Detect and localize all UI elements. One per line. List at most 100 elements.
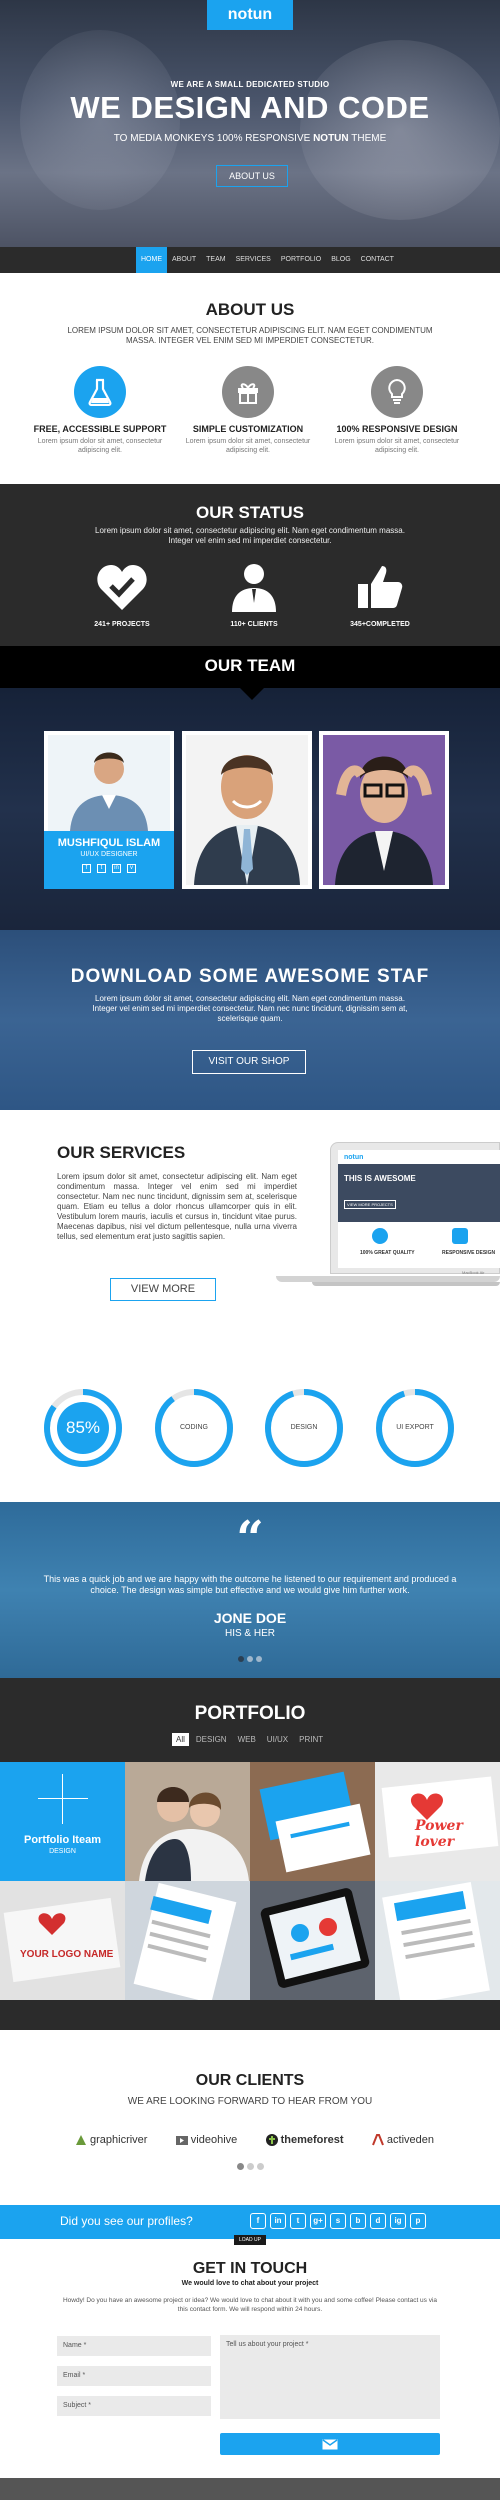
pinterest-icon[interactable]: p [410,2213,426,2229]
nav-contact[interactable]: CONTACT [356,247,399,273]
skill-circle-design: DESIGN [265,1389,343,1467]
portfolio-item[interactable] [125,1762,250,1881]
view-more-button[interactable]: VIEW MORE [110,1278,216,1301]
skill-circle-ui-export: UI EXPORT [376,1389,454,1467]
stat-projects: 241+ PROJECTS [72,562,172,628]
person-icon [232,564,276,612]
pager-dot[interactable] [256,1656,262,1662]
clients-title: OUR CLIENTS [195,2072,305,2089]
download-title: DOWNLOAD SOME AWESOME STAF [70,966,430,987]
feature-customization: SIMPLE CUSTOMIZATION Lorem ipsum dolor s… [178,366,318,455]
vimeo-icon[interactable]: v [127,864,136,873]
testimonial-role: HIS & HER [224,1628,275,1639]
status-text: Lorem ipsum dolor sit amet, consectetur … [95,526,405,545]
about-us-button[interactable]: ABOUT US [216,165,288,187]
nav-about[interactable]: ABOUT [167,247,201,273]
visit-shop-button[interactable]: VISIT OUR SHOP [192,1050,306,1074]
clients-pager [0,2163,500,2170]
client-themeforest[interactable]: themeforest [265,2133,344,2147]
portfolio-item[interactable]: YOUR LOGO NAME [0,1881,125,2000]
thumbs-up-icon [358,566,403,608]
twitter-icon[interactable]: t [290,2213,306,2229]
gift-icon [222,366,274,418]
portfolio-item-featured[interactable]: Portfolio Iteam DESIGN [0,1762,125,1881]
linkedin-icon[interactable]: in [112,864,121,873]
pager-dot[interactable] [246,2163,254,2170]
nav-home[interactable]: HOME [136,247,167,273]
clients-logos: graphicriver videohive themeforest activ… [74,2127,434,2153]
team-card[interactable] [182,731,312,889]
filter-uiux[interactable]: UI/UX [263,1733,292,1746]
services-text: Lorem ipsum dolor sit amet, consectetur … [57,1172,297,1241]
team-photo [186,735,308,885]
quote-icon: “ [236,1511,264,1567]
message-field[interactable]: Tell us about your project * [220,2335,440,2419]
pager-dot[interactable] [256,2163,264,2170]
activeden-icon [371,2134,384,2146]
dribbble-icon[interactable]: d [370,2213,386,2229]
team-card-featured[interactable]: MUSHFIQUL ISLAM UI/UX DESIGNER f t in v [44,731,174,889]
send-button[interactable] [220,2433,440,2455]
team-title: OUR TEAM [204,656,296,675]
team-member-name: MUSHFIQUL ISLAM [57,837,161,849]
portfolio-item[interactable] [250,1762,375,1881]
hero-title: WE DESIGN AND CODE [70,90,430,125]
linkedin-icon[interactable]: in [270,2213,286,2229]
site-logo[interactable]: notun [207,0,293,30]
team-card-info: MUSHFIQUL ISLAM UI/UX DESIGNER f t in v [44,831,174,889]
portfolio-item[interactable]: Power lover [375,1762,500,1881]
filter-print[interactable]: PRINT [295,1733,327,1746]
subject-field[interactable]: Subject * [57,2396,211,2416]
filter-design[interactable]: DESIGN [192,1733,231,1746]
nav-portfolio[interactable]: PORTFOLIO [276,247,326,273]
graphicriver-icon [76,2135,86,2145]
themeforest-icon [265,2134,278,2146]
filter-web[interactable]: WEB [234,1733,260,1746]
team-photo [323,735,445,885]
team-photo [48,735,170,831]
portfolio-item[interactable] [125,1881,250,2000]
behance-icon[interactable]: b [350,2213,366,2229]
hero-tagline: WE ARE A SMALL DEDICATED STUDIO [170,80,330,89]
portfolio-item[interactable] [250,1881,375,2000]
instagram-icon[interactable]: ig [390,2213,406,2229]
pager-dot[interactable] [238,1656,244,1662]
nav-services[interactable]: SERVICES [231,247,276,273]
testimonial-pager [0,1656,500,1662]
flask-icon [74,366,126,418]
name-field[interactable]: Name * [57,2336,211,2356]
download-text: Lorem ipsum dolor sit amet, consectetur … [92,994,408,1023]
client-activeden[interactable]: activeden [371,2133,434,2147]
filter-all[interactable]: All [172,1733,189,1746]
google-plus-icon[interactable]: g+ [310,2213,326,2229]
skill-circle-coding: CODING [155,1389,233,1467]
facebook-icon[interactable]: f [250,2213,266,2229]
contact-text: Howdy! Do you have an awesome project or… [62,2297,438,2313]
skype-icon[interactable]: s [330,2213,346,2229]
portfolio-item[interactable] [375,1881,500,2000]
twitter-icon[interactable]: t [97,864,106,873]
hero-background-blur [300,40,500,220]
about-title: ABOUT US [205,300,295,319]
team-member-role: UI/UX DESIGNER [80,851,138,858]
nav-blog[interactable]: BLOG [326,247,355,273]
contact-title: GET IN TOUCH [192,2260,308,2277]
team-arrow [240,688,264,700]
status-title: OUR STATUS [196,503,304,522]
laptop-screen: notun THIS IS AWESOME VIEW MORE PROJECTS… [338,1150,500,1268]
lightbulb-icon [371,366,423,418]
pager-dot[interactable] [247,1656,253,1662]
pager-dot[interactable] [236,2163,244,2170]
client-graphicriver[interactable]: graphicriver [74,2133,147,2147]
client-videohive[interactable]: videohive [175,2133,237,2147]
facebook-icon[interactable]: f [82,864,91,873]
feature-support: FREE, ACCESSIBLE SUPPORT Lorem ipsum dol… [30,366,170,455]
contact-subtitle: We would love to chat about your project [181,2280,319,2287]
team-card[interactable] [319,731,449,889]
email-field[interactable]: Email * [57,2366,211,2386]
load-up-button[interactable]: LOAD UP [234,2235,266,2245]
services-title: OUR SERVICES [57,1143,186,1162]
stat-clients: 110+ CLIENTS [204,562,304,628]
profiles-text: Did you see our profiles? [60,2214,193,2228]
nav-team[interactable]: TEAM [201,247,230,273]
